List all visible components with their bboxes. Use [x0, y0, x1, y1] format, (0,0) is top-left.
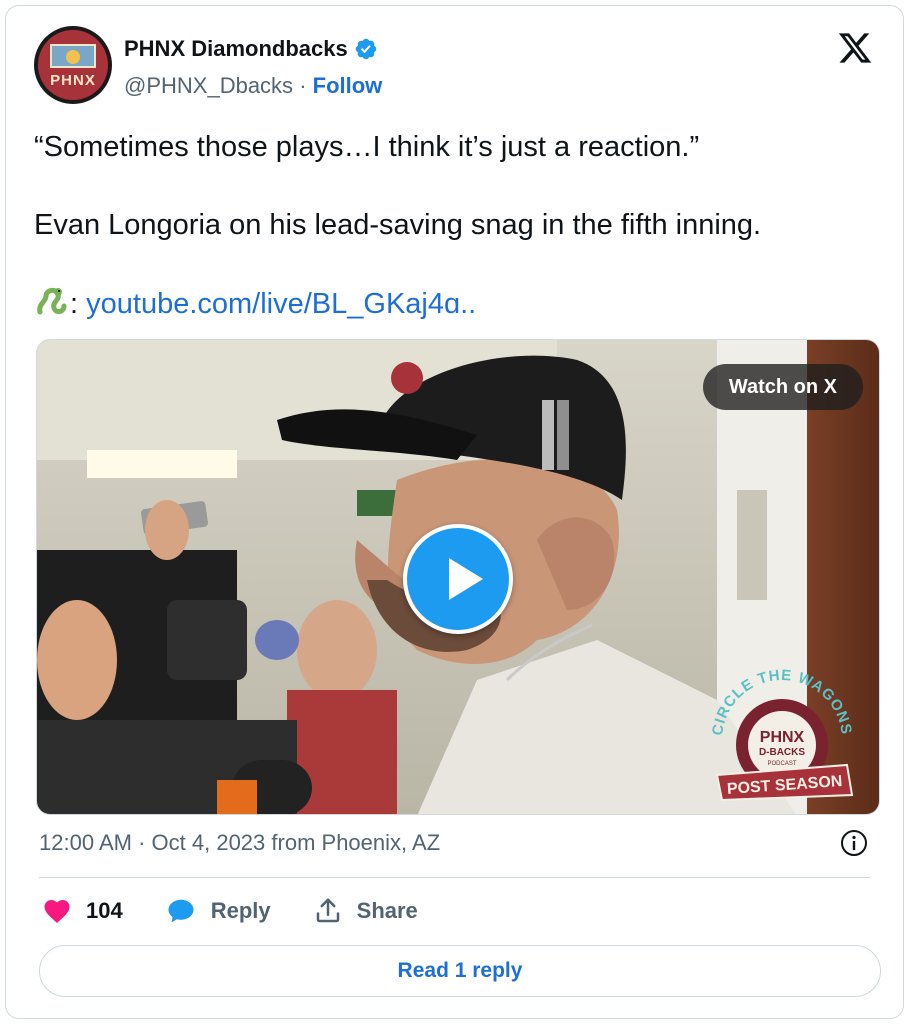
- tweet-date[interactable]: Oct 4, 2023: [152, 830, 266, 855]
- reply-button[interactable]: Reply: [165, 896, 271, 926]
- tweet-location: from Phoenix, AZ: [271, 830, 441, 855]
- author-handle[interactable]: @PHNX_Dbacks: [124, 73, 293, 98]
- tweet-meta: 12:00 AM · Oct 4, 2023 from Phoenix, AZ: [39, 830, 440, 856]
- video-player[interactable]: Watch on X CIRCLE THE WAGONS PHNX D-BACK…: [36, 339, 880, 815]
- author-display-name[interactable]: PHNX Diamondbacks: [124, 36, 348, 62]
- heart-icon: [44, 900, 70, 923]
- share-icon: [316, 898, 339, 923]
- tweet-description: Evan Longoria on his lead-saving snag in…: [34, 209, 762, 241]
- meta-separator: ·: [138, 830, 146, 855]
- share-label: Share: [356, 898, 418, 923]
- x-logo-icon[interactable]: [837, 30, 873, 66]
- follow-button[interactable]: Follow: [313, 73, 383, 98]
- handle-separator: ·: [299, 73, 307, 98]
- podcast-sub: D-BACKS: [759, 747, 805, 758]
- reply-bubble-icon: [168, 899, 194, 923]
- tweet-time[interactable]: 12:00 AM: [39, 830, 132, 855]
- read-reply-button[interactable]: Read 1 reply: [39, 945, 881, 997]
- play-icon[interactable]: [403, 524, 513, 634]
- verified-badge-icon: [355, 38, 376, 60]
- snake-emoji-icon: [37, 287, 67, 315]
- youtube-link[interactable]: youtube.com/live/BL_GKaj4ɑ..: [86, 288, 476, 320]
- podcast-name: PHNX: [760, 729, 805, 746]
- avatar[interactable]: PHNX: [34, 26, 112, 104]
- like-button[interactable]: 104: [42, 896, 123, 926]
- info-icon[interactable]: [839, 828, 869, 858]
- link-prefix: :: [70, 288, 79, 320]
- author-name-row: PHNX Diamondbacks: [124, 36, 378, 62]
- avatar-logo-text: PHNX: [50, 72, 96, 89]
- like-count: 104: [86, 898, 123, 923]
- tweet-quote: “Sometimes those plays…I think it’s just…: [34, 131, 700, 163]
- reply-label: Reply: [210, 898, 271, 923]
- arizona-flag-icon: [50, 44, 96, 68]
- watch-on-x-button[interactable]: Watch on X: [702, 364, 863, 410]
- avatar-logo: PHNX: [38, 30, 108, 100]
- action-bar: 104 Reply Share: [42, 896, 460, 926]
- tweet-link-line: : youtube.com/live/BL_GKaj4ɑ..: [34, 284, 874, 323]
- author-handle-row: @PHNX_Dbacks · Follow: [124, 73, 382, 99]
- podcast-small: PODCAST: [767, 761, 796, 767]
- tweet-text: “Sometimes those plays…I think it’s just…: [34, 128, 874, 323]
- share-button[interactable]: Share: [313, 896, 418, 926]
- divider: [39, 877, 870, 878]
- podcast-logo: CIRCLE THE WAGONS PHNX D-BACKS PODCAST P…: [709, 667, 854, 802]
- tweet-card: PHNX PHNX Diamondbacks @PHNX_Dbacks · Fo…: [5, 5, 904, 1019]
